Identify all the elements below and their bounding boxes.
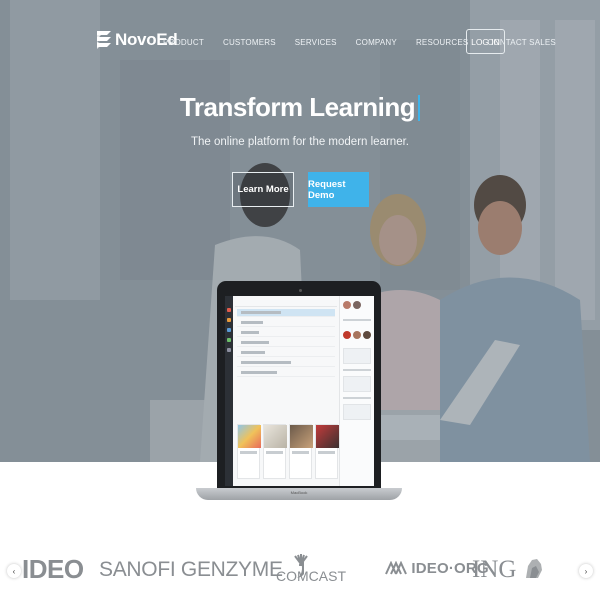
avatar-group [340, 326, 374, 344]
app-list-item [237, 329, 335, 337]
app-sidebar [225, 296, 233, 486]
learn-more-button[interactable]: Learn More [232, 172, 294, 207]
nav-customers[interactable]: CUSTOMERS [223, 38, 276, 47]
app-comment-box [343, 404, 371, 420]
login-button[interactable]: LOG IN [466, 29, 505, 54]
app-card [237, 424, 261, 479]
camera-icon [299, 289, 302, 292]
ideo-org-icon [385, 560, 407, 575]
app-title-bar [235, 296, 337, 307]
app-cards [237, 424, 339, 479]
nav-links: PRODUCT CUSTOMERS SERVICES COMPANY RESOU… [163, 38, 575, 47]
chevron-left-icon: ‹ [12, 566, 16, 576]
typing-cursor [418, 95, 421, 121]
nav-resources[interactable]: RESOURCES [416, 38, 468, 47]
nav-company[interactable]: COMPANY [356, 38, 397, 47]
top-navigation: NovoEd PRODUCT CUSTOMERS SERVICES COMPAN… [0, 0, 600, 80]
laptop-mockup: MacBook [196, 281, 402, 504]
app-list-item [237, 309, 335, 317]
chevron-right-icon: › [584, 566, 588, 576]
ing-lion-icon [525, 559, 542, 578]
avatar-group [340, 296, 374, 314]
nav-product[interactable]: PRODUCT [163, 38, 204, 47]
novoed-logo-icon [97, 31, 111, 49]
client-logo-sanofi-genzyme: SANOFI GENZYME [99, 557, 307, 582]
nav-services[interactable]: SERVICES [295, 38, 337, 47]
app-comment-box [343, 376, 371, 392]
app-list-item [237, 359, 335, 367]
app-list-item [237, 339, 335, 347]
app-list-item [237, 369, 335, 377]
app-card [263, 424, 287, 479]
app-comment-box [343, 348, 371, 364]
app-list-item [237, 349, 335, 357]
hero-subheadline: The online platform for the modern learn… [191, 136, 409, 148]
hero-headline-wrapper: Transform Learning [0, 92, 600, 123]
client-logo-comcast: COMCAST [276, 554, 346, 584]
app-text-line [343, 397, 371, 399]
carousel-next-button[interactable]: › [579, 564, 593, 578]
client-logo-ing: ING [472, 556, 545, 584]
client-logo-ideo: IDEO [22, 554, 84, 584]
laptop-lid [217, 281, 381, 491]
app-card [289, 424, 313, 479]
comcast-peacock-icon [294, 554, 308, 566]
app-main-panel [235, 296, 339, 486]
app-text-line [343, 319, 371, 321]
carousel-prev-button[interactable]: ‹ [7, 564, 21, 578]
app-screenshot [225, 296, 374, 486]
app-right-panel [339, 296, 374, 486]
laptop-brand-label: MacBook [290, 490, 308, 495]
app-list-item [237, 319, 335, 327]
request-demo-button[interactable]: Request Demo [308, 172, 369, 207]
hero-headline: Transform Learning [179, 92, 416, 122]
app-card [315, 424, 339, 479]
app-text-line [343, 369, 371, 371]
